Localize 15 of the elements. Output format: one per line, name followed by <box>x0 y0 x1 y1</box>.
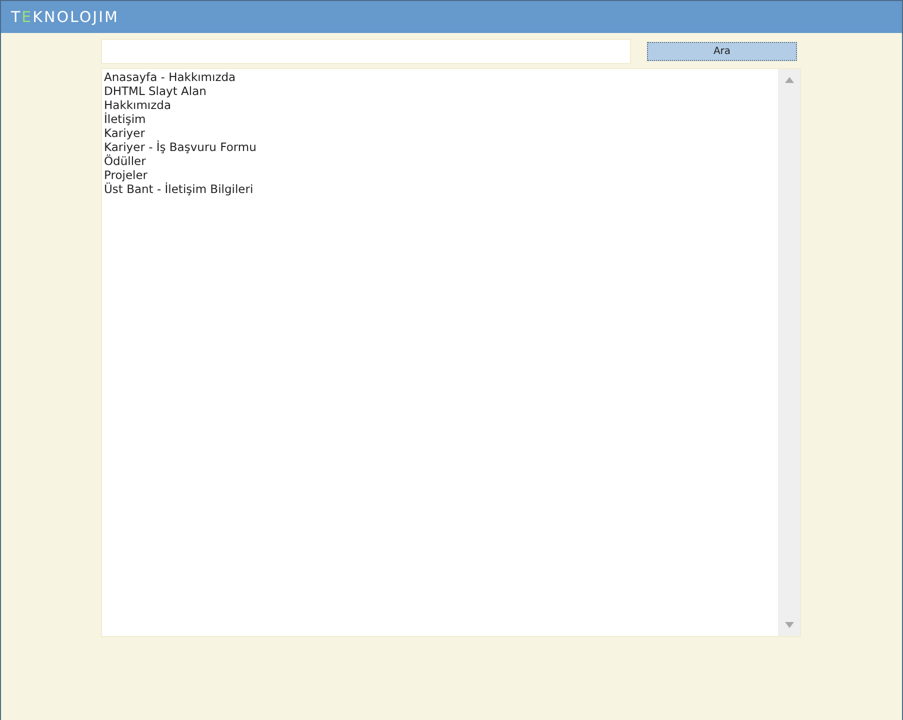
search-button[interactable]: Ara <box>647 42 797 61</box>
list-item[interactable]: Projeler <box>104 168 776 182</box>
list-item[interactable]: Kariyer - İş Başvuru Formu <box>104 140 776 154</box>
list-item[interactable]: Anasayfa - Hakkımızda <box>104 70 776 84</box>
list-item[interactable]: İletişim <box>104 112 776 126</box>
scroll-up-icon[interactable] <box>784 77 794 83</box>
list-item[interactable]: Kariyer <box>104 126 776 140</box>
list-item[interactable]: Ödüller <box>104 154 776 168</box>
scrollbar[interactable] <box>778 69 800 636</box>
list-item[interactable]: Hakkımızda <box>104 98 776 112</box>
list-item[interactable]: Üst Bant - İletişim Bilgileri <box>104 182 776 196</box>
logo: TEKNOLOJIM <box>11 8 119 26</box>
search-field[interactable] <box>101 39 631 64</box>
scroll-down-icon[interactable] <box>784 622 794 628</box>
list-item[interactable]: DHTML Slayt Alan <box>104 84 776 98</box>
